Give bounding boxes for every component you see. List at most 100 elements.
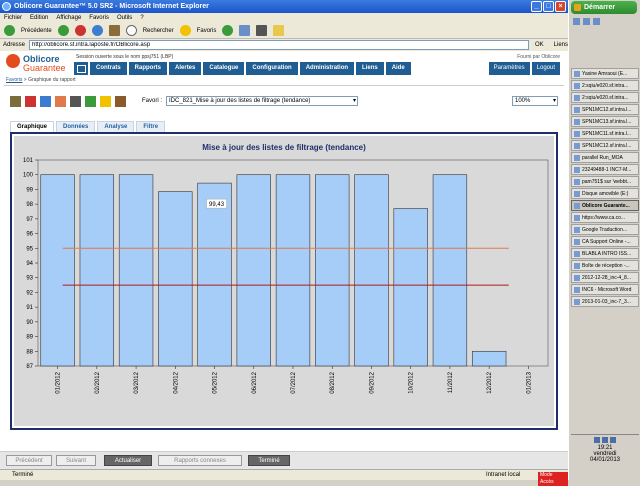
menu-favorites[interactable]: Favoris (89, 13, 109, 23)
ie-window: Oblicore Guarantee™ 5.0 SR2 - Microsoft … (0, 0, 568, 486)
favorites-button[interactable]: Favoris (197, 28, 217, 34)
user-nav: Paramètres Logout (488, 62, 560, 75)
related-reports-button[interactable]: Rapports connexes (158, 455, 242, 466)
taskbar-item[interactable]: INC6 - Microsoft Word (571, 284, 639, 295)
nav-contrats[interactable]: Contrats (90, 62, 127, 75)
x-tick-label: 11/2012 (448, 371, 454, 393)
quick-launch-icon[interactable] (593, 18, 600, 25)
folder-icon[interactable] (273, 25, 285, 36)
settings-button[interactable]: Paramètres (488, 62, 530, 75)
tray-icon[interactable] (594, 437, 600, 443)
quick-launch-icon[interactable] (583, 18, 590, 25)
taskbar-item[interactable]: parallel Run_MOA (571, 152, 639, 163)
quick-launch-icon[interactable] (573, 18, 580, 25)
logout-button[interactable]: Logout (531, 62, 560, 75)
search-icon[interactable] (125, 25, 137, 36)
bar (118, 174, 154, 367)
nav-configuration[interactable]: Configuration (246, 62, 298, 75)
chart-panel: Mise à jour des listes de filtrage (tend… (10, 132, 558, 430)
report-edit-icon[interactable] (10, 96, 21, 107)
nav-catalogue[interactable]: Catalogue (203, 62, 245, 75)
home-icon[interactable] (108, 25, 120, 36)
zoom-select[interactable]: 100% (512, 96, 558, 106)
back-button[interactable]: Précédente (21, 28, 52, 34)
close-icon[interactable]: × (555, 1, 566, 12)
save-icon[interactable] (85, 96, 96, 107)
minimize-icon[interactable]: _ (531, 1, 542, 12)
done-button[interactable]: Terminé (248, 455, 290, 466)
start-button[interactable]: Démarrer (571, 1, 637, 14)
maximize-icon[interactable]: □ (543, 1, 554, 12)
stop-icon[interactable] (74, 25, 86, 36)
refresh-icon[interactable] (91, 25, 103, 36)
y-tick-label: 90 (26, 320, 33, 326)
history-icon[interactable] (222, 25, 234, 36)
taskbar-item[interactable]: SPN1MC13.sf.intra.l... (571, 116, 639, 127)
pencil-icon[interactable] (25, 96, 36, 107)
favorites-star-icon[interactable] (179, 25, 191, 36)
taskbar-item[interactable]: https://www.ca.co... (571, 212, 639, 223)
taskbar-item[interactable]: 2013-01-03_inc-7_3... (571, 296, 639, 307)
taskbar-item[interactable]: SPN1MC11.sf.intra.l... (571, 128, 639, 139)
menu-view[interactable]: Affichage (56, 13, 81, 23)
breadcrumb-favoris[interactable]: Favoris (6, 77, 22, 83)
taskbar-item[interactable]: 23249488-1 INC7-M... (571, 164, 639, 175)
taskbar-item[interactable]: Yasine Amraoui (E... (571, 68, 639, 79)
taskbar-item[interactable]: 2012-12-28_inc-4_8... (571, 272, 639, 283)
nav-alertes[interactable]: Alertes (169, 62, 202, 75)
print-report-icon[interactable] (70, 96, 81, 107)
print-icon[interactable] (256, 25, 268, 36)
refresh-report-button[interactable]: Actualiser (104, 455, 152, 466)
menu-help[interactable]: ? (140, 13, 143, 23)
mail-icon[interactable] (239, 25, 251, 36)
taskbar-item[interactable]: Disque amovible (E:) (571, 188, 639, 199)
previous-button[interactable]: Précédent (6, 455, 52, 466)
bar (275, 174, 311, 367)
tray-icon[interactable] (602, 437, 608, 443)
links-button[interactable]: Liens (554, 42, 568, 48)
brush-icon[interactable] (115, 96, 126, 107)
taskbar-item[interactable]: Google Traduction... (571, 224, 639, 235)
nav-aide[interactable]: Aide (385, 62, 411, 75)
next-button[interactable]: Suivant (56, 455, 96, 466)
nav-home-icon[interactable] (74, 62, 88, 75)
favorite-star-icon[interactable] (100, 96, 111, 107)
address-bar: Adresse OK Liens (0, 39, 568, 51)
taskbar-item[interactable]: Oblicore Guarante... (571, 200, 639, 211)
divider (4, 85, 564, 86)
taskbar-item[interactable]: CA Support Online -... (571, 236, 639, 247)
taskbar-item[interactable]: Boîte de réception -... (571, 260, 639, 271)
favorite-select[interactable]: IDC_821_Mise à jour des listes de filtra… (166, 96, 358, 106)
main-nav: Contrats Rapports Alertes Catalogue Conf… (74, 62, 411, 75)
ie-icon (2, 2, 11, 11)
bar (79, 174, 115, 367)
taskbar-item[interactable]: BLABLA INTRO ISS... (571, 248, 639, 259)
session-info: Session ouverte sous le nom ppsj751 (LBP… (76, 54, 174, 60)
taskbar-item[interactable]: 2:sqiu/e020.sf.intra... (571, 80, 639, 91)
nav-administration[interactable]: Administration (299, 62, 355, 75)
back-arrow-icon[interactable] (4, 25, 15, 36)
status-bar: Terminé Intranet local Mode Accès (0, 469, 568, 486)
taskbar-item[interactable]: SPN1MC12.sf.intra.l... (571, 140, 639, 151)
x-tick-label: 04/2012 (173, 371, 179, 393)
taskbar-item[interactable]: pam751$ sur 'webbt... (571, 176, 639, 187)
taskbar-item[interactable]: 2:sqiu/e020.sf.intra... (571, 92, 639, 103)
chart-icon[interactable] (40, 96, 51, 107)
go-button[interactable]: OK (535, 42, 544, 48)
logo-text-2: Guarantee (23, 63, 66, 73)
forward-arrow-icon[interactable] (57, 25, 69, 36)
address-input[interactable] (29, 40, 529, 50)
search-button[interactable]: Rechercher (143, 28, 174, 34)
menu-tools[interactable]: Outils (117, 13, 132, 23)
y-tick-label: 92 (26, 290, 33, 296)
taskbar-item[interactable]: SPN1MC12.sf.intra.l... (571, 104, 639, 115)
menu-file[interactable]: Fichier (4, 13, 22, 23)
x-tick-label: 05/2012 (213, 371, 219, 393)
nav-rapports[interactable]: Rapports (128, 62, 168, 75)
bar (158, 191, 193, 367)
nav-liens[interactable]: Liens (356, 62, 384, 75)
tray-icon[interactable] (610, 437, 616, 443)
y-tick-label: 94 (26, 261, 33, 267)
menu-edit[interactable]: Edition (30, 13, 48, 23)
export-icon[interactable] (55, 96, 66, 107)
